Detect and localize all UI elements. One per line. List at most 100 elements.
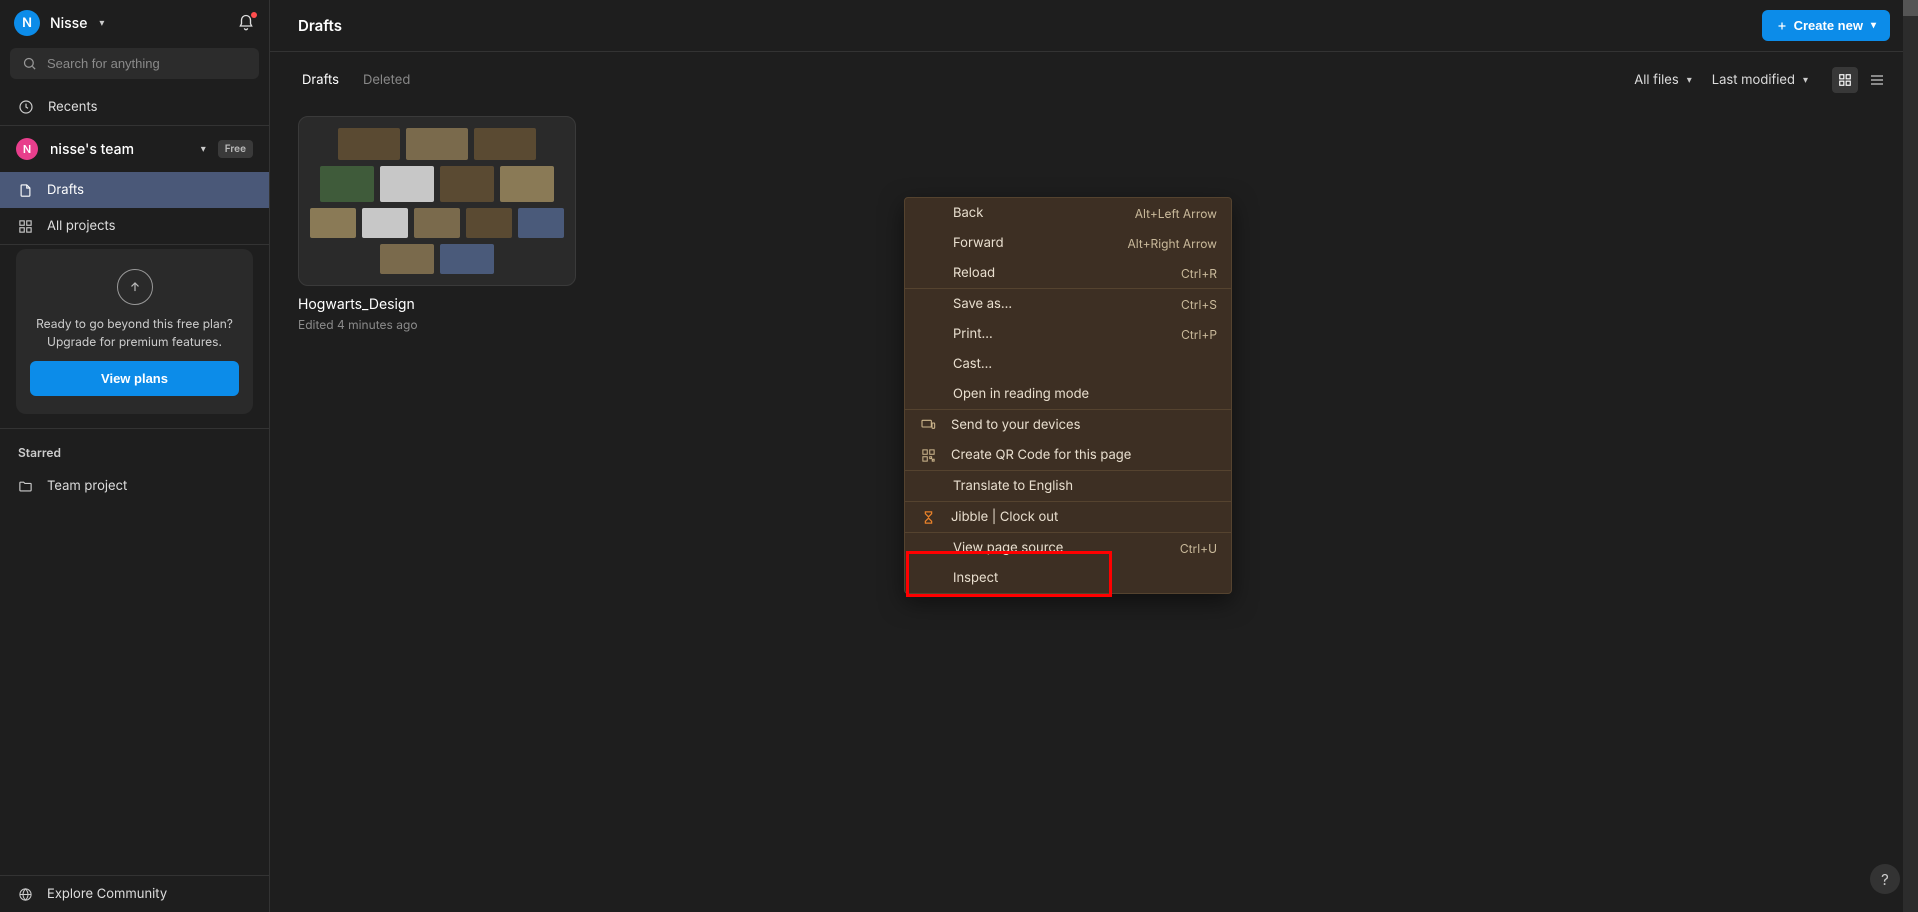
section-starred: Starred — [0, 429, 269, 468]
upgrade-card: Ready to go beyond this free plan? Upgra… — [16, 249, 253, 414]
main: Drafts Create new ▾ Drafts Deleted All f… — [270, 0, 1918, 912]
ctx-jibble-clock-out[interactable]: Jibble | Clock out — [905, 502, 1231, 532]
starred-team-project[interactable]: Team project — [0, 468, 269, 504]
toolbar: Drafts Deleted All files ▾ Last modified… — [270, 52, 1918, 98]
filter-label: Last modified — [1712, 72, 1795, 88]
nav-label: Explore Community — [47, 886, 167, 902]
ctx-shortcut: Ctrl+U — [1180, 541, 1217, 556]
hourglass-icon — [919, 510, 937, 525]
upload-circle-icon — [117, 269, 153, 305]
ctx-shortcut: Ctrl+R — [1181, 266, 1217, 281]
context-menu: Back Alt+Left Arrow Forward Alt+Right Arro… — [904, 197, 1232, 594]
nav-label: All projects — [47, 218, 116, 234]
ctx-translate[interactable]: Translate to English — [905, 471, 1231, 501]
devices-icon — [919, 417, 937, 433]
plus-icon — [1776, 20, 1788, 32]
user-name: Nisse — [50, 15, 87, 32]
team-switcher[interactable]: N nisse's team ▾ Free — [0, 126, 269, 172]
ctx-shortcut: Alt+Left Arrow — [1135, 206, 1217, 221]
tab-deleted[interactable]: Deleted — [363, 72, 410, 88]
ctx-label: Open in reading mode — [953, 386, 1217, 402]
ctx-label: Print... — [953, 326, 1167, 342]
search-icon — [22, 56, 37, 71]
ctx-send-devices[interactable]: Send to your devices — [905, 410, 1231, 440]
ctx-label: Inspect — [953, 570, 1217, 586]
ctx-reading-mode[interactable]: Open in reading mode — [905, 379, 1231, 409]
header: Drafts Create new ▾ — [270, 0, 1918, 52]
filter-label: All files — [1634, 72, 1678, 88]
button-label: Create new — [1794, 18, 1863, 33]
ctx-shortcut: Ctrl+P — [1181, 327, 1217, 342]
plan-badge: Free — [218, 140, 253, 158]
qr-icon — [919, 448, 937, 463]
ctx-label: Cast... — [953, 356, 1217, 372]
ctx-qr-code[interactable]: Create QR Code for this page — [905, 440, 1231, 470]
ctx-view-source[interactable]: View page source Ctrl+U — [905, 533, 1231, 563]
ctx-label: View page source — [953, 540, 1166, 556]
ctx-shortcut: Ctrl+S — [1181, 297, 1217, 312]
ctx-label: Back — [953, 205, 1121, 221]
user-avatar: N — [14, 10, 40, 36]
view-grid-button[interactable] — [1832, 67, 1858, 93]
globe-icon — [18, 887, 33, 902]
chevron-down-icon: ▾ — [1871, 20, 1876, 31]
ctx-cast[interactable]: Cast... — [905, 349, 1231, 379]
grid-icon — [18, 219, 33, 234]
chevron-down-icon: ▾ — [1803, 74, 1808, 86]
tab-drafts[interactable]: Drafts — [302, 72, 339, 88]
scrollbar-track[interactable] — [1903, 0, 1918, 912]
nav-label: Recents — [48, 99, 97, 115]
nav-recents[interactable]: Recents — [0, 89, 269, 125]
file-name[interactable]: Hogwarts_Design — [298, 296, 576, 313]
file-icon — [18, 183, 33, 198]
ctx-label: Jibble | Clock out — [951, 509, 1217, 525]
team-name: nisse's team — [50, 141, 187, 158]
nav-label: Drafts — [47, 182, 84, 198]
ctx-label: Translate to English — [953, 478, 1217, 494]
upgrade-line1: Ready to go beyond this free plan? — [36, 315, 233, 333]
view-list-button[interactable] — [1864, 67, 1890, 93]
arrow-up-icon — [128, 280, 142, 294]
ctx-label: Create QR Code for this page — [951, 447, 1217, 463]
ctx-back[interactable]: Back Alt+Left Arrow — [905, 198, 1231, 228]
ctx-shortcut: Alt+Right Arrow — [1128, 236, 1217, 251]
ctx-label: Send to your devices — [951, 417, 1217, 433]
create-new-button[interactable]: Create new ▾ — [1762, 10, 1890, 41]
view-plans-button[interactable]: View plans — [30, 361, 239, 396]
ctx-label: Forward — [953, 235, 1114, 251]
notifications-button[interactable] — [237, 14, 255, 32]
ctx-label: Save as... — [953, 296, 1167, 312]
list-icon — [1869, 72, 1885, 88]
upgrade-line2: Upgrade for premium features. — [36, 333, 233, 351]
user-menu[interactable]: N Nisse ▾ — [14, 10, 104, 36]
filter-sort[interactable]: Last modified ▾ — [1712, 72, 1808, 88]
chevron-down-icon: ▾ — [201, 143, 206, 155]
folder-icon — [18, 479, 33, 494]
chevron-down-icon: ▾ — [1687, 74, 1692, 86]
page-title: Drafts — [298, 16, 342, 35]
chevron-down-icon: ▾ — [99, 17, 104, 29]
search-input-wrap[interactable] — [10, 48, 259, 79]
file-card[interactable]: Hogwarts_Design Edited 4 minutes ago — [298, 116, 576, 332]
help-button[interactable]: ? — [1870, 864, 1900, 894]
notification-dot-icon — [251, 12, 257, 18]
team-avatar: N — [16, 138, 38, 160]
ctx-print[interactable]: Print... Ctrl+P — [905, 319, 1231, 349]
ctx-inspect[interactable]: Inspect — [905, 563, 1231, 593]
nav-explore-community[interactable]: Explore Community — [0, 876, 269, 912]
filter-file-type[interactable]: All files ▾ — [1634, 72, 1692, 88]
ctx-save-as[interactable]: Save as... Ctrl+S — [905, 289, 1231, 319]
ctx-forward[interactable]: Forward Alt+Right Arrow — [905, 228, 1231, 258]
search-input[interactable] — [47, 56, 247, 71]
nav-label: Team project — [47, 478, 127, 494]
ctx-label: Reload — [953, 265, 1167, 281]
clock-icon — [18, 99, 34, 115]
ctx-reload[interactable]: Reload Ctrl+R — [905, 258, 1231, 288]
nav-all-projects[interactable]: All projects — [0, 208, 269, 244]
grid-icon — [1838, 73, 1852, 87]
scrollbar-thumb[interactable] — [1903, 0, 1918, 16]
nav-drafts[interactable]: Drafts — [0, 172, 269, 208]
file-thumbnail — [298, 116, 576, 286]
sidebar: N Nisse ▾ Recents N nisse's team ▾ Free … — [0, 0, 270, 912]
file-subtitle: Edited 4 minutes ago — [298, 317, 576, 332]
